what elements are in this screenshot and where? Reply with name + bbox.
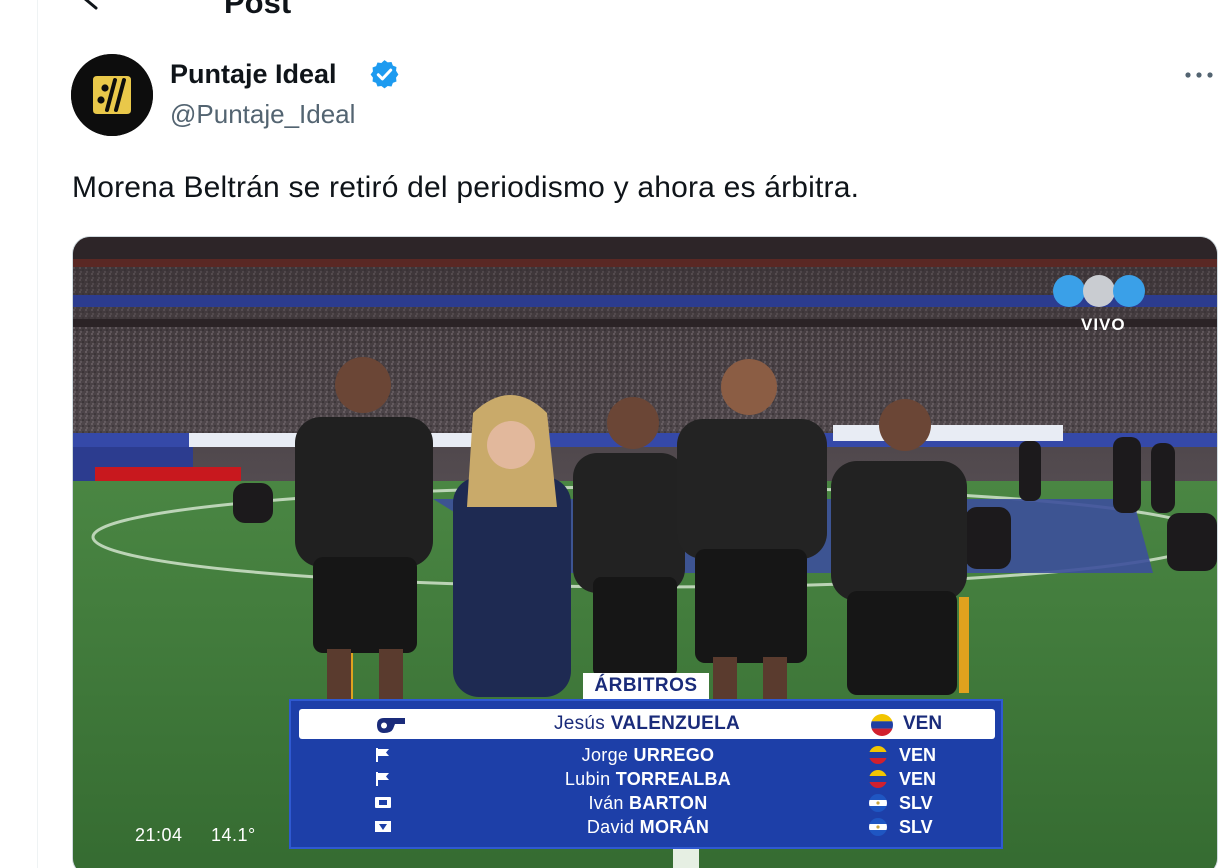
verified-badge-icon [370,60,399,89]
referee-row: Jesús VALENZUELA VEN [299,709,995,739]
referee-name: David MORÁN [586,817,710,837]
venezuela-flag-icon [869,770,887,788]
referee-name: Iván BARTON [588,793,708,813]
referee-name: Jorge URREGO [581,745,715,765]
referee-country: SLV [899,817,933,837]
referee-row: Lubin TORREALBA VEN [291,767,1005,791]
timeline-divider [37,0,38,868]
referees-title: ÁRBITROS [583,673,709,699]
referees-panel: Jesús VALENZUELA VEN Jorge URREGO VEN Lu… [289,699,1003,849]
el-salvador-flag-icon [869,794,887,812]
referee-country: SLV [899,793,933,813]
back-button[interactable] [74,0,114,18]
post-header: Post [38,0,1224,24]
live-label: VIVO [1081,315,1126,334]
referee-name: Lubin TORREALBA [564,769,732,789]
broadcast-time: 21:04 [135,825,183,845]
live-indicator-icon [1053,275,1145,307]
referee-row: David MORÁN SLV [291,815,1005,839]
avatar[interactable] [71,54,153,136]
referee-country: VEN [903,713,943,734]
author-display-name[interactable]: Puntaje Ideal [170,58,337,90]
referee-row: Jorge URREGO VEN [291,743,1005,767]
tweet-text: Morena Beltrán se retiró del periodismo … [72,171,860,204]
author-handle[interactable]: @Puntaje_Ideal [170,98,355,130]
broadcast-temperature: 14.1° [211,825,256,845]
puntaje-ideal-logo-icon [71,54,153,136]
referee-country: VEN [899,769,937,789]
page-title: Post [224,0,292,20]
el-salvador-flag-icon [869,818,887,836]
referee-row: Iván BARTON SLV [291,791,1005,815]
arrow-left-icon [84,0,98,10]
more-options-button[interactable] [1180,60,1220,90]
tweet-media[interactable]: VIVO ÁRBITROS Jesús VALENZUELA VEN Jorge… [72,236,1218,868]
venezuela-flag-icon [871,714,893,736]
venezuela-flag-icon [869,746,887,764]
referee-country: VEN [899,745,937,765]
more-dots-icon [1185,72,1213,78]
